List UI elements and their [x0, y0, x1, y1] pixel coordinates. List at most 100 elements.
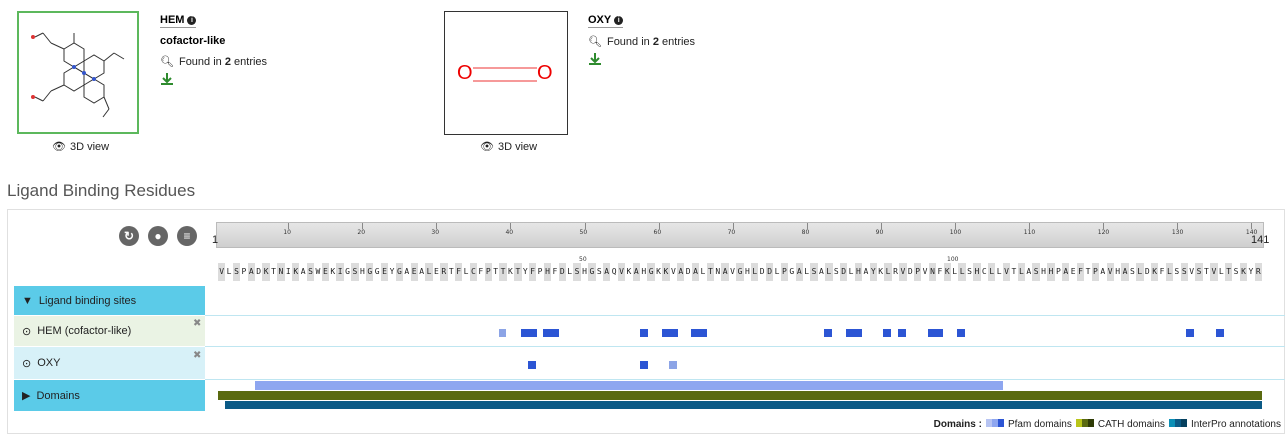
sequence-residue[interactable]: K — [506, 263, 515, 281]
sequence-residue[interactable]: H — [973, 263, 981, 281]
sequence-residue[interactable]: W — [314, 263, 322, 281]
sequence-residue[interactable]: V — [218, 263, 226, 281]
sequence-residue[interactable]: L — [1217, 263, 1225, 281]
oxy-binding-site[interactable] — [669, 361, 677, 369]
sequence-residue[interactable]: N — [714, 263, 722, 281]
sequence-residue[interactable]: H — [854, 263, 863, 281]
hem-binding-site[interactable] — [883, 329, 891, 337]
sequence-residue[interactable]: L — [699, 263, 707, 281]
menu-icon[interactable]: ≡ — [177, 226, 197, 246]
sequence-residue[interactable]: V — [1106, 263, 1114, 281]
sequence-residue[interactable]: L — [802, 263, 811, 281]
domains-track[interactable]: ▶ Domains — [14, 380, 205, 411]
hem-binding-site[interactable] — [640, 329, 648, 337]
sequence-residue[interactable]: L — [1165, 263, 1174, 281]
sequence-residue[interactable]: A — [1099, 263, 1107, 281]
sequence-residue[interactable]: V — [1002, 263, 1011, 281]
sequence-residue[interactable]: S — [306, 263, 315, 281]
sequence-residue[interactable]: V — [921, 263, 929, 281]
oxy-track[interactable]: ⊙ OXY — [14, 347, 205, 379]
close-icon[interactable]: ✖ — [193, 318, 201, 329]
hem-track[interactable]: ⊙ HEM (cofactor-like) — [14, 316, 205, 346]
oxy-structure-image[interactable]: O O — [444, 11, 568, 135]
sequence-residue[interactable]: L — [825, 263, 833, 281]
sequence-residue[interactable]: K — [292, 263, 300, 281]
sequence-residue[interactable]: H — [543, 263, 552, 281]
sequence-residue[interactable]: T — [491, 263, 500, 281]
sequence-residue[interactable]: G — [736, 263, 744, 281]
oxy-binding-site[interactable] — [528, 361, 536, 369]
sequence-residue[interactable]: P — [240, 263, 248, 281]
sequence-residue[interactable]: S — [595, 263, 603, 281]
sequence-residue[interactable]: L — [847, 263, 855, 281]
sequence-residue[interactable]: H — [1039, 263, 1048, 281]
sequence-residue[interactable]: A — [691, 263, 700, 281]
sequence-residue[interactable]: V — [1187, 263, 1196, 281]
sequence-residue[interactable]: L — [225, 263, 233, 281]
sequence-residue[interactable]: G — [366, 263, 374, 281]
oxy-found-link[interactable]: 🔍︎ Found in 2 entries — [588, 35, 695, 49]
info-icon[interactable]: i — [187, 15, 197, 25]
sequence-residue[interactable]: E — [410, 263, 418, 281]
sequence-residue[interactable]: C — [469, 263, 478, 281]
sequence-residue[interactable]: L — [884, 263, 892, 281]
sequence-residue[interactable]: G — [647, 263, 655, 281]
pfam-domain[interactable] — [255, 381, 1003, 390]
sequence-residue[interactable]: S — [1232, 263, 1240, 281]
sequence-residue[interactable]: H — [580, 263, 589, 281]
sequence-residue[interactable]: V — [1210, 263, 1218, 281]
sequence-residue[interactable]: A — [603, 263, 611, 281]
sequence-residue[interactable]: D — [758, 263, 766, 281]
sequence-residue[interactable]: T — [1202, 263, 1211, 281]
sequence-residue[interactable]: V — [728, 263, 737, 281]
sequence-residue[interactable]: S — [965, 263, 974, 281]
sequence-residue[interactable]: A — [795, 263, 803, 281]
sequence-residue[interactable]: T — [499, 263, 507, 281]
sequence-residue[interactable]: K — [1239, 263, 1248, 281]
sequence-residue[interactable]: S — [232, 263, 241, 281]
sequence-residue[interactable]: K — [662, 263, 670, 281]
sequence-residue[interactable]: K — [654, 263, 663, 281]
hem-found-link[interactable]: 🔍︎ Found in 2 entries — [160, 55, 267, 69]
sequence-residue[interactable]: I — [336, 263, 344, 281]
sequence-residue[interactable]: L — [995, 263, 1003, 281]
hem-binding-site[interactable] — [543, 329, 559, 337]
hem-3d-view-link[interactable]: 👁 3D view — [52, 140, 109, 154]
sequence-residue[interactable]: S — [573, 263, 581, 281]
sequence-residue[interactable]: G — [343, 263, 352, 281]
sequence-residue[interactable]: D — [906, 263, 914, 281]
sequence-residue[interactable]: G — [788, 263, 796, 281]
sequence-residue[interactable]: T — [1084, 263, 1092, 281]
sequence-residue[interactable]: G — [588, 263, 596, 281]
info-icon[interactable]: i — [614, 15, 624, 25]
sequence-residue[interactable]: E — [1069, 263, 1077, 281]
sequence-residue[interactable]: T — [447, 263, 455, 281]
sequence-residue[interactable]: H — [640, 263, 648, 281]
sequence-residue[interactable]: S — [810, 263, 818, 281]
sequence-residue[interactable]: F — [454, 263, 463, 281]
hem-binding-site[interactable] — [957, 329, 965, 337]
sequence-residue[interactable]: Y — [521, 263, 529, 281]
sequence-residue[interactable]: S — [351, 263, 359, 281]
sequence-residue[interactable]: F — [1158, 263, 1166, 281]
sequence-residue[interactable]: T — [1224, 263, 1233, 281]
hem-binding-site[interactable] — [499, 329, 506, 337]
cath-domain[interactable] — [218, 391, 1262, 400]
sequence-residue[interactable]: H — [1113, 263, 1122, 281]
sequence-residue[interactable]: K — [329, 263, 337, 281]
sequence-residue[interactable]: R — [1254, 263, 1262, 281]
sequence-residue[interactable]: A — [417, 263, 426, 281]
download-icon[interactable] — [588, 52, 602, 66]
hem-binding-site[interactable] — [846, 329, 862, 337]
oxy-3d-view-link[interactable]: 👁 3D view — [480, 140, 537, 154]
sequence-residue[interactable]: P — [914, 263, 922, 281]
hem-binding-site[interactable] — [824, 329, 832, 337]
hem-binding-site[interactable] — [1216, 329, 1224, 337]
sequence-residue[interactable]: T — [514, 263, 522, 281]
sequence-residue[interactable]: S — [1128, 263, 1137, 281]
sequence-residue[interactable]: D — [558, 263, 566, 281]
hem-binding-site[interactable] — [898, 329, 906, 337]
sequence-residue[interactable]: L — [462, 263, 470, 281]
sequence-residue[interactable]: S — [1032, 263, 1040, 281]
sequence-residue[interactable]: F — [1076, 263, 1085, 281]
